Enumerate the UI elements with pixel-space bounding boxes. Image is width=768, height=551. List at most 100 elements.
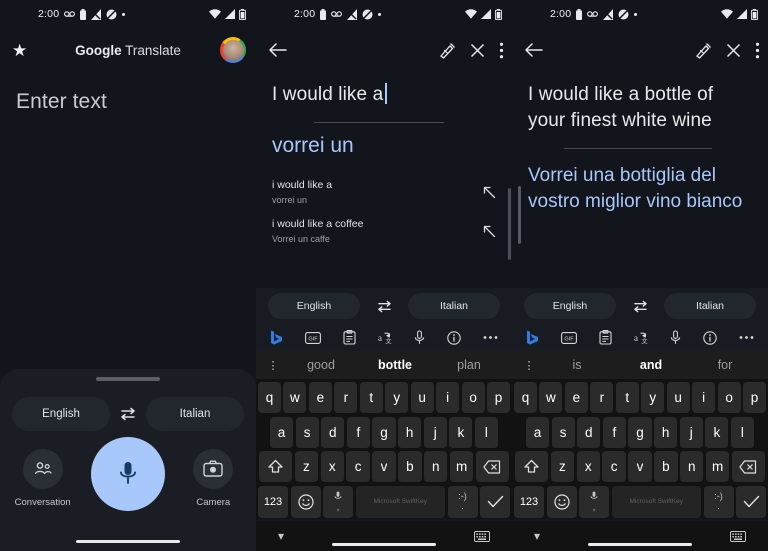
key-c[interactable]: c (602, 451, 626, 482)
more-vertical-icon[interactable] (499, 42, 504, 59)
more-vertical-icon[interactable] (755, 42, 760, 59)
key-d[interactable]: d (321, 416, 345, 448)
close-icon[interactable] (470, 43, 485, 58)
info-icon[interactable] (447, 330, 461, 345)
info-icon[interactable] (703, 330, 717, 345)
key-y[interactable]: y (641, 382, 665, 413)
key-k[interactable]: k (449, 416, 473, 448)
bing-icon[interactable] (526, 330, 539, 345)
check-icon[interactable] (480, 485, 510, 518)
key-q[interactable]: q (257, 382, 281, 413)
key-e[interactable]: e (564, 382, 588, 413)
handwriting-icon[interactable] (439, 42, 456, 59)
mic-comma-key[interactable]: , (323, 485, 353, 518)
check-icon[interactable] (736, 485, 766, 518)
key-v[interactable]: v (628, 451, 652, 482)
scrollbar[interactable] (508, 188, 511, 260)
suggestion-word[interactable]: and (614, 358, 688, 372)
back-arrow-icon[interactable] (524, 42, 543, 58)
space-key[interactable]: Microsoft SwiftKey (355, 485, 445, 518)
nav-gesture-pill[interactable] (76, 539, 180, 543)
key-q[interactable]: q (513, 382, 537, 413)
key-a[interactable]: a (270, 416, 294, 448)
key-g[interactable]: g (628, 416, 652, 448)
avatar[interactable] (220, 37, 246, 63)
key-g[interactable]: g (372, 416, 396, 448)
gif-icon[interactable]: GIF (560, 331, 577, 344)
key-f[interactable]: f (602, 416, 626, 448)
swap-languages-icon[interactable] (376, 300, 393, 313)
suggestion-word[interactable]: for (688, 358, 762, 372)
key-p[interactable]: p (487, 382, 511, 413)
key-b[interactable]: b (398, 451, 422, 482)
key-f[interactable]: f (346, 416, 370, 448)
key-w[interactable]: w (539, 382, 563, 413)
target-language-chip[interactable]: Italian (408, 293, 500, 319)
expand-suggestions-icon[interactable]: ⋮ (262, 359, 284, 372)
camera-button[interactable]: Camera (178, 449, 248, 508)
key-x[interactable]: x (320, 451, 344, 482)
key-h[interactable]: h (398, 416, 422, 448)
key-y[interactable]: y (385, 382, 409, 413)
key-s[interactable]: s (551, 416, 575, 448)
swap-languages-icon[interactable] (632, 300, 649, 313)
key-m[interactable]: m (705, 451, 730, 482)
key-r[interactable]: r (334, 382, 358, 413)
key-j[interactable]: j (679, 416, 703, 448)
nav-gesture-pill[interactable] (332, 542, 436, 546)
star-icon[interactable]: ★ (12, 42, 27, 59)
key-o[interactable]: o (717, 382, 741, 413)
voice-input-button[interactable] (90, 437, 165, 519)
handwriting-icon[interactable] (695, 42, 712, 59)
key-t[interactable]: t (615, 382, 639, 413)
key-d[interactable]: d (577, 416, 601, 448)
nav-gesture-pill[interactable] (588, 542, 692, 546)
numeric-key[interactable]: 123 (258, 485, 288, 518)
insert-arrow-icon[interactable] (483, 186, 496, 199)
emoji-icon[interactable] (546, 485, 577, 518)
symbols-period-key[interactable]: :-) . (447, 485, 478, 518)
key-k[interactable]: k (705, 416, 729, 448)
key-e[interactable]: e (308, 382, 332, 413)
insert-arrow-icon[interactable] (483, 225, 496, 238)
key-r[interactable]: r (590, 382, 614, 413)
backspace-icon[interactable] (475, 451, 509, 482)
switch-keyboard-icon[interactable] (474, 530, 490, 542)
key-n[interactable]: n (680, 451, 704, 482)
list-item[interactable]: i would like a vorrei un (256, 173, 512, 212)
key-b[interactable]: b (654, 451, 678, 482)
swap-languages-icon[interactable] (119, 407, 137, 421)
microphone-icon[interactable] (670, 330, 681, 345)
source-language-chip[interactable]: English (268, 293, 360, 319)
key-i[interactable]: i (436, 382, 460, 413)
key-i[interactable]: i (692, 382, 716, 413)
key-h[interactable]: h (654, 416, 678, 448)
key-u[interactable]: u (410, 382, 434, 413)
switch-keyboard-icon[interactable] (730, 530, 746, 542)
source-text[interactable]: I would like a bottle of your finest whi… (528, 82, 752, 134)
shift-icon[interactable] (515, 451, 549, 482)
key-w[interactable]: w (283, 382, 307, 413)
microphone-icon[interactable] (414, 330, 425, 345)
key-m[interactable]: m (449, 451, 474, 482)
source-text[interactable]: I would like a (272, 82, 496, 108)
translate-sticker-icon[interactable]: a文 (377, 330, 392, 346)
shift-icon[interactable] (259, 451, 293, 482)
key-s[interactable]: s (295, 416, 319, 448)
collapse-keyboard-icon[interactable]: ▾ (534, 529, 540, 543)
drag-handle[interactable] (96, 377, 160, 381)
source-language-chip[interactable]: English (12, 397, 110, 431)
key-u[interactable]: u (666, 382, 690, 413)
key-o[interactable]: o (461, 382, 485, 413)
suggestion-word[interactable]: plan (432, 358, 506, 372)
scrollbar[interactable] (518, 186, 521, 244)
emoji-icon[interactable] (290, 485, 321, 518)
close-icon[interactable] (726, 43, 741, 58)
expand-suggestions-icon[interactable]: ⋮ (518, 359, 540, 372)
translate-sticker-icon[interactable]: a文 (633, 330, 648, 346)
gif-icon[interactable]: GIF (304, 331, 321, 344)
target-language-chip[interactable]: Italian (664, 293, 756, 319)
bing-icon[interactable] (270, 330, 283, 345)
key-a[interactable]: a (526, 416, 550, 448)
suggestion-word[interactable]: good (284, 358, 358, 372)
